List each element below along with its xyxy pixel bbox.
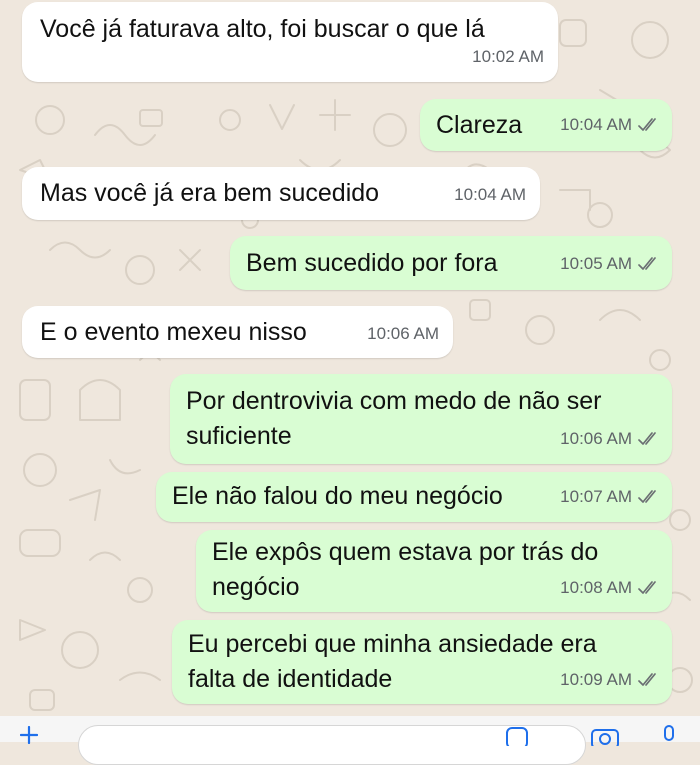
message-text: Mas você já era bem sucedido [40,179,380,207]
message-timestamp: 10:02 AM [472,40,544,74]
camera-icon[interactable] [590,726,620,749]
message-bubble-outgoing[interactable]: Ele expôs quem estava por trás do negóci… [196,530,672,612]
message-text: Você já faturava alto, foi buscar o que … [40,15,485,43]
message-text-line: Ele expôs quem estava por trás do [212,538,599,566]
message-timestamp: 10:04 AM [454,178,526,212]
message-timestamp: 10:06 AM [367,317,439,351]
message-bubble-incoming[interactable]: Mas você já era bem sucedido 10:04 AM [22,167,540,220]
message-time: 10:05 AM [560,254,632,273]
message-time: 10:07 AM [560,487,632,506]
message-text: Clareza [436,111,523,139]
message-bubble-incoming[interactable]: Você já faturava alto, foi buscar o que … [22,2,558,82]
message-bubble-incoming[interactable]: E o evento mexeu nisso 10:06 AM [22,306,453,358]
message-timestamp: 10:05 AM [560,247,660,281]
mic-icon[interactable] [660,725,678,745]
message-text: Ele não falou do meu negócio [172,482,503,510]
message-timestamp: 10:04 AM [560,108,660,142]
composer-bar [0,716,700,765]
message-text-line: falta de identidade [188,665,393,693]
message-bubble-outgoing[interactable]: Clareza 10:04 AM [420,99,672,151]
sticker-icon[interactable] [505,726,529,749]
message-time: 10:06 AM [367,324,439,343]
double-check-icon [638,490,660,504]
message-text-line: suficiente [186,422,292,450]
message-text: Bem sucedido por fora [246,249,498,277]
double-check-icon [638,257,660,271]
message-text-line: Por dentrovivia com medo de não ser [186,387,602,415]
message-bubble-outgoing[interactable]: Eu percebi que minha ansiedade era falta… [172,620,672,704]
message-time: 10:06 AM [560,429,632,448]
message-timestamp: 10:06 AM [560,422,660,456]
message-bubble-outgoing[interactable]: Por dentrovivia com medo de não ser sufi… [170,374,672,464]
message-text: E o evento mexeu nisso [40,318,307,346]
message-timestamp: 10:08 AM [560,571,660,605]
message-timestamp: 10:07 AM [560,480,660,514]
message-time: 10:02 AM [472,47,544,66]
message-bubble-outgoing[interactable]: Bem sucedido por fora 10:05 AM [230,236,672,290]
message-time: 10:04 AM [560,115,632,134]
double-check-icon [638,432,660,446]
message-time: 10:08 AM [560,578,632,597]
message-time: 10:04 AM [454,185,526,204]
message-text-line: Eu percebi que minha ansiedade era [188,630,597,658]
message-time: 10:09 AM [560,670,632,689]
double-check-icon [638,673,660,687]
plus-icon[interactable] [19,725,39,745]
message-bubble-outgoing[interactable]: Ele não falou do meu negócio 10:07 AM [156,472,672,522]
double-check-icon [638,581,660,595]
double-check-icon [638,118,660,132]
message-timestamp: 10:09 AM [560,663,660,697]
message-text-line: negócio [212,573,300,601]
